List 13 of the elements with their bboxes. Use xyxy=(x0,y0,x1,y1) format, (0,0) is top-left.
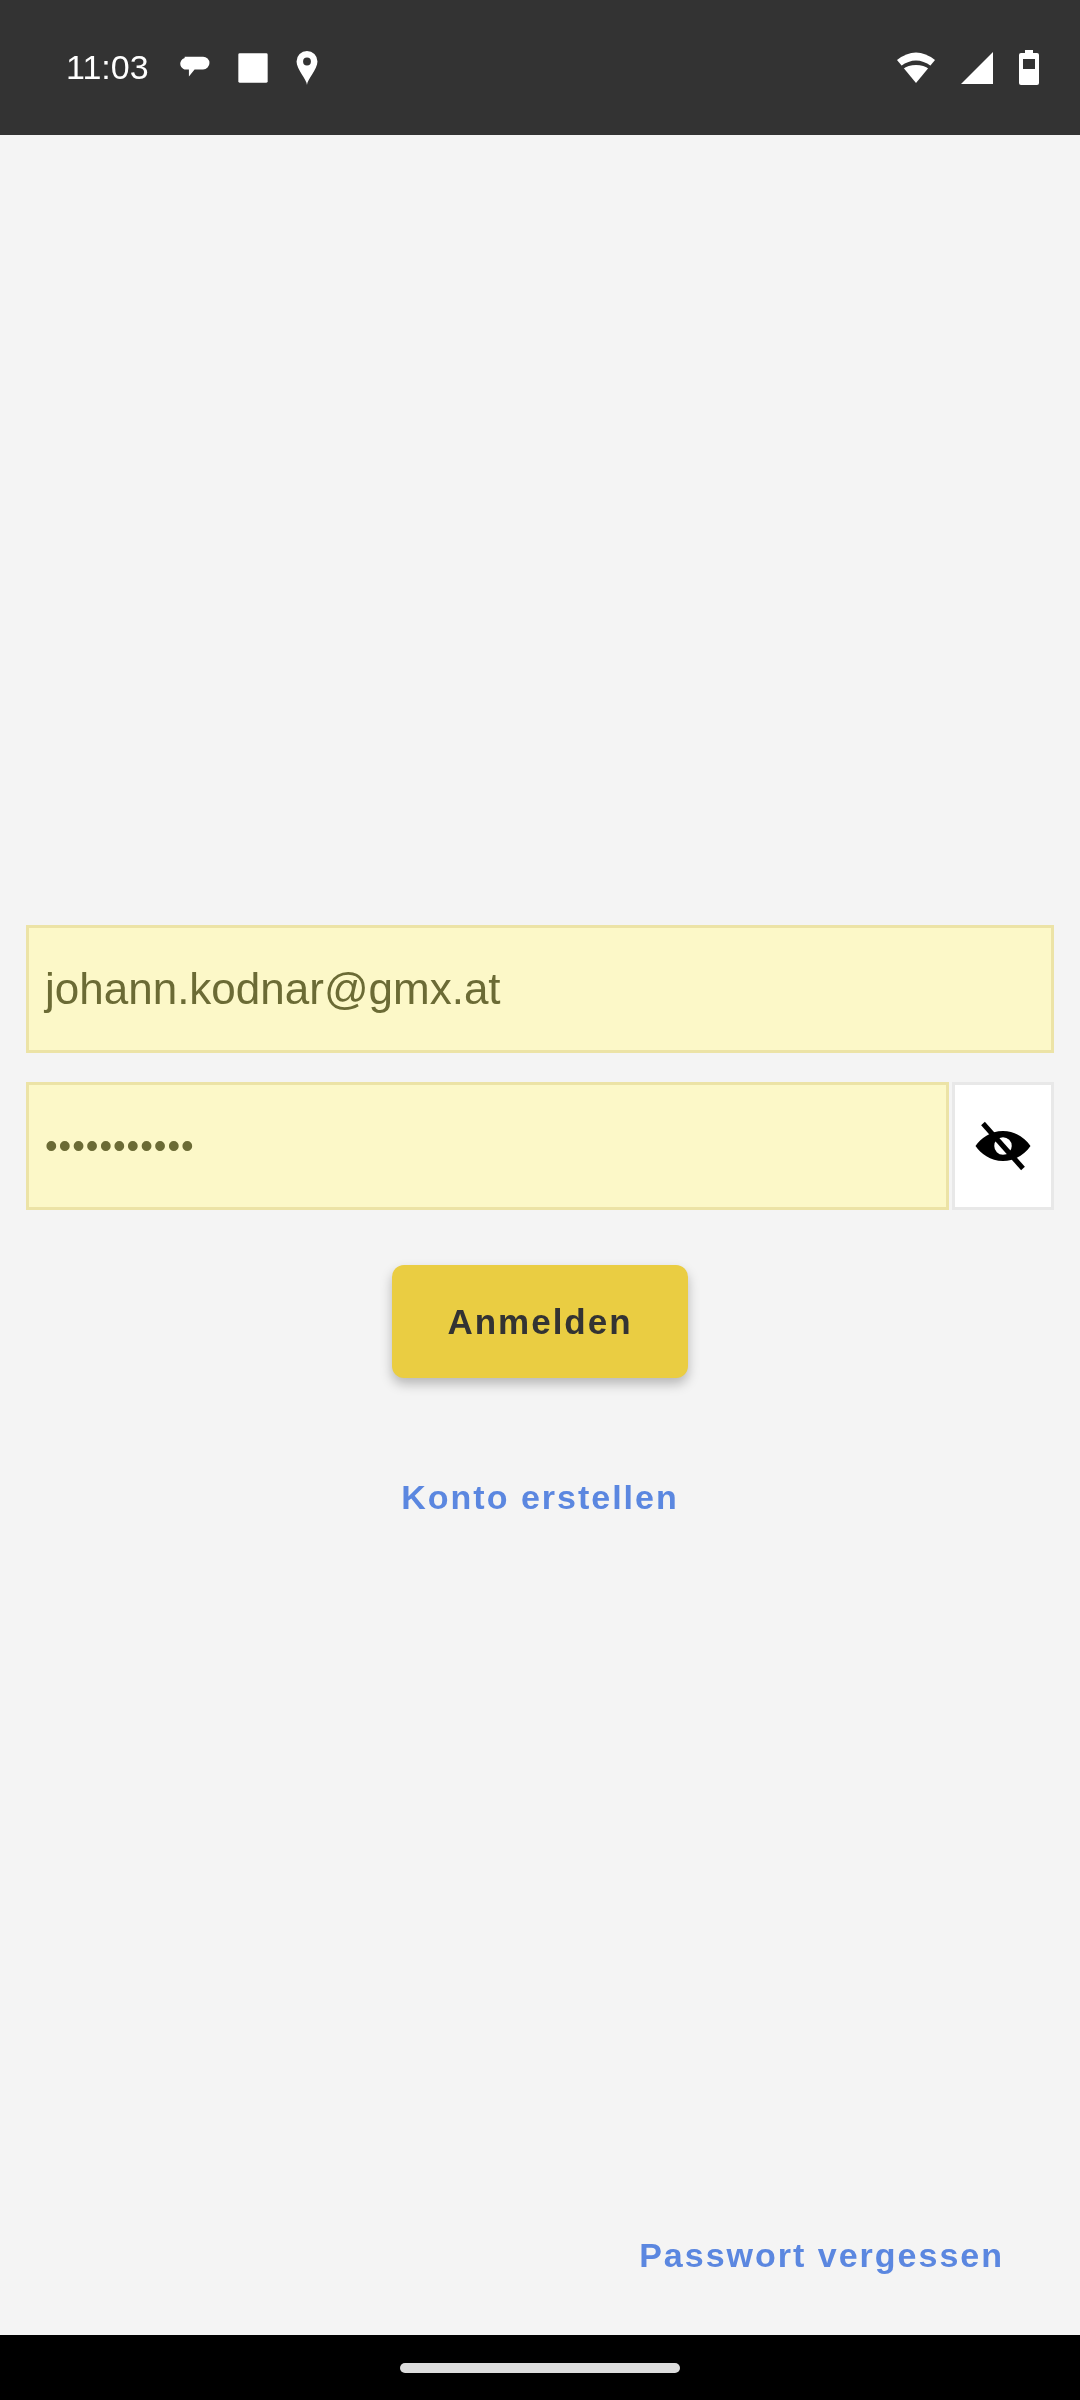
wifi-icon xyxy=(896,50,936,85)
login-button[interactable]: Anmelden xyxy=(392,1265,688,1378)
battery-icon xyxy=(1018,49,1040,86)
eye-slash-icon xyxy=(973,1121,1033,1171)
create-account-link[interactable]: Konto erstellen xyxy=(401,1478,679,1517)
visibility-toggle-button[interactable] xyxy=(952,1082,1054,1210)
status-time: 11:03 xyxy=(66,48,149,87)
forgot-password-link[interactable]: Passwort vergessen xyxy=(639,2236,1004,2275)
home-handle[interactable] xyxy=(400,2362,680,2373)
password-field[interactable]: ••••••••••• xyxy=(26,1082,949,1210)
email-field[interactable]: johann.kodnar@gmx.at xyxy=(26,925,1054,1053)
signal-icon xyxy=(960,50,994,85)
square-icon xyxy=(236,51,269,84)
